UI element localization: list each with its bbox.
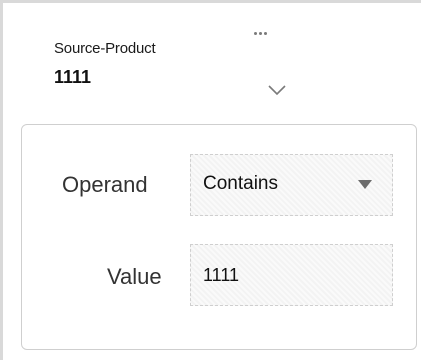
more-options-icon[interactable] <box>243 24 277 42</box>
filter-card: Source-Product 1111 Operand Contains Val… <box>0 0 421 360</box>
dot <box>263 31 267 35</box>
chevron-down-icon[interactable] <box>265 82 289 98</box>
filter-field-value: 1111 <box>54 67 92 87</box>
value-input-text: 1111 <box>203 265 240 285</box>
value-input[interactable]: 1111 <box>190 244 393 306</box>
operand-selected-value: Contains <box>203 173 278 194</box>
value-label: Value <box>107 264 162 289</box>
operand-label: Operand <box>62 172 148 197</box>
top-divider <box>0 0 421 3</box>
filter-field-title: Source-Product <box>54 40 156 57</box>
dot <box>253 31 257 35</box>
left-divider <box>0 0 3 360</box>
dot <box>258 31 262 35</box>
dropdown-arrow-icon <box>358 180 372 189</box>
operand-select[interactable]: Contains <box>190 154 393 216</box>
